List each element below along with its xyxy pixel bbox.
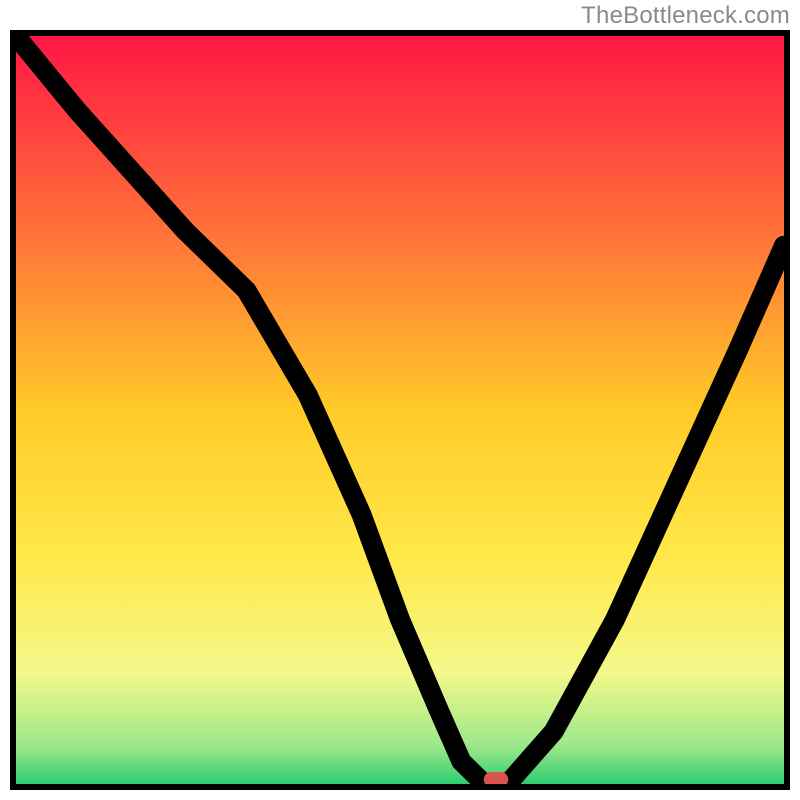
bottleneck-curve — [16, 36, 784, 784]
optimal-marker — [484, 772, 509, 784]
plot-area — [10, 30, 790, 790]
chart-frame: TheBottleneck.com — [0, 0, 800, 800]
watermark-text: TheBottleneck.com — [581, 2, 790, 30]
curve-layer — [16, 36, 784, 784]
